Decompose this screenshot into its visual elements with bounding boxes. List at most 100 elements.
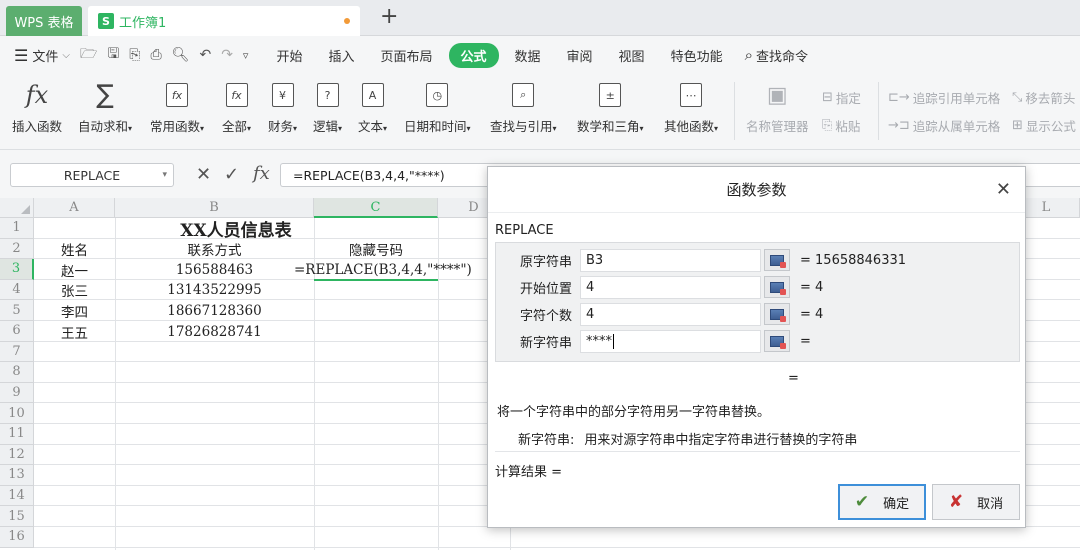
search-command[interactable]: ⌕ 查找命令 — [745, 46, 808, 65]
new-tab-plus-icon[interactable]: + — [380, 4, 398, 29]
remove-arrows-icon: ⤡ — [1012, 90, 1023, 105]
row-header[interactable]: 1 — [0, 218, 34, 239]
finance-functions-button[interactable]: ¥ 财务▾ — [268, 80, 297, 135]
range-select-icon — [770, 335, 786, 349]
ribbon-divider — [878, 82, 879, 140]
tab-workbook[interactable]: S 工作簿1 — [88, 6, 360, 36]
lookup-label: 查找与引用▾ — [490, 119, 557, 134]
cell-b3[interactable]: 156588463 — [115, 260, 314, 280]
name-box[interactable]: REPLACE ▾ — [10, 163, 174, 187]
column-header-a[interactable]: A — [34, 198, 115, 218]
cell-a4[interactable]: 张三 — [34, 280, 115, 300]
redo-icon[interactable]: ↷ — [221, 47, 233, 63]
name-manager-button[interactable]: ▣ 名称管理器 — [746, 80, 809, 135]
text-functions-button[interactable]: A 文本▾ — [358, 80, 387, 135]
row-header[interactable]: 15 — [0, 506, 34, 527]
common-functions-button[interactable]: fx 常用函数▾ — [150, 80, 204, 135]
argument-input-old-text[interactable]: B3 — [580, 248, 761, 272]
row-header[interactable]: 7 — [0, 341, 34, 363]
cell-a3[interactable]: 赵一 — [34, 260, 115, 280]
tab-formulas[interactable]: 公式 — [448, 42, 499, 68]
argument-input-start-num[interactable]: 4 — [580, 275, 761, 299]
row-header[interactable]: 2 — [0, 238, 34, 260]
common-functions-icon: fx — [166, 83, 189, 107]
logic-functions-button[interactable]: ? 逻辑▾ — [313, 80, 342, 135]
tab-view[interactable]: 视图 — [609, 43, 655, 68]
column-header-l[interactable]: L — [1026, 198, 1066, 218]
file-menu[interactable]: ☰ 文件 ⌵ — [14, 46, 70, 65]
show-formulas-button[interactable]: ⊞ 显示公式 — [1012, 116, 1076, 135]
cancel-button[interactable]: ✘ 取消 — [932, 484, 1020, 520]
collapse-dialog-button[interactable] — [764, 249, 790, 271]
row-header[interactable]: 5 — [0, 300, 34, 321]
tab-page-layout[interactable]: 页面布局 — [370, 43, 442, 68]
save-icon[interactable]: 🖫 — [107, 43, 119, 67]
finance-label: 财务▾ — [268, 119, 298, 134]
specify-button[interactable]: ⊟ 指定 — [822, 88, 861, 107]
tab-data[interactable]: 数据 — [505, 43, 551, 68]
row-header[interactable]: 8 — [0, 362, 34, 383]
row-header[interactable]: 3 — [0, 259, 34, 280]
trace-precedents-button[interactable]: ⊏→ 追踪引用单元格 — [888, 88, 1000, 107]
undo-icon[interactable]: ↶ — [199, 47, 211, 63]
remove-arrows-button[interactable]: ⤡ 移去箭头 — [1012, 88, 1075, 107]
other-functions-button[interactable]: ⋯ 其他函数▾ — [664, 80, 718, 135]
row-header[interactable]: 6 — [0, 321, 34, 342]
argument-input-num-chars[interactable]: 4 — [580, 302, 761, 326]
row-header[interactable]: 11 — [0, 424, 34, 445]
close-icon[interactable]: ✕ — [996, 179, 1011, 200]
paste-name-button[interactable]: ⎘ 粘贴 — [822, 116, 860, 135]
cell-a6[interactable]: 王五 — [34, 322, 115, 342]
row-header[interactable]: 13 — [0, 465, 34, 486]
argument-result: = 15658846331 — [800, 252, 907, 268]
column-header-c[interactable]: C — [314, 198, 438, 218]
print-icon[interactable]: ⎙ — [150, 47, 161, 63]
insert-function-button[interactable]: fx 插入函数 — [12, 80, 62, 135]
row-header[interactable]: 4 — [0, 279, 34, 301]
trace-dependents-button[interactable]: →⊐ 追踪从属单元格 — [888, 116, 1000, 135]
collapse-dialog-button[interactable] — [764, 303, 790, 325]
customize-dropdown-icon[interactable]: ▿ — [243, 49, 249, 62]
cancel-formula-icon[interactable]: ✕ — [196, 164, 211, 185]
tab-special[interactable]: 特色功能 — [661, 43, 733, 68]
collapse-dialog-button[interactable] — [764, 276, 790, 298]
question-box-icon: ? — [316, 83, 339, 107]
cell-b6[interactable]: 17826828741 — [115, 322, 314, 342]
all-functions-label: 全部▾ — [222, 119, 252, 134]
header-cell-name[interactable]: 姓名 — [34, 239, 115, 259]
header-cell-hidden[interactable]: 隐藏号码 — [314, 239, 438, 259]
select-all-corner[interactable] — [0, 198, 34, 218]
cell-b4[interactable]: 13143522995 — [115, 280, 314, 300]
all-functions-button[interactable]: fx 全部▾ — [222, 80, 251, 135]
autosum-button[interactable]: ∑ 自动求和▾ — [78, 80, 132, 135]
name-box-dropdown-icon[interactable]: ▾ — [162, 170, 167, 180]
tab-review[interactable]: 审阅 — [557, 43, 603, 68]
tab-insert[interactable]: 插入 — [318, 43, 364, 68]
argument-input-new-text[interactable]: **** — [580, 329, 761, 353]
insert-function-icon[interactable]: fx — [253, 163, 270, 184]
cell-a5[interactable]: 李四 — [34, 301, 115, 321]
function-arguments-dialog: 函数参数 ✕ REPLACE 原字符串 B3 = 15658846331 开始位… — [487, 166, 1026, 528]
format-painter-icon[interactable]: ⎘ — [129, 47, 140, 63]
row-header[interactable]: 16 — [0, 527, 34, 548]
math-icon: ± — [599, 83, 622, 107]
print-preview-icon[interactable]: 🔍︎ — [172, 47, 190, 63]
sheet-title-cell[interactable]: XX人员信息表 — [34, 218, 438, 241]
row-header[interactable]: 9 — [0, 382, 34, 404]
common-functions-label: 常用函数▾ — [150, 119, 205, 134]
tab-home[interactable]: 开始 — [266, 43, 312, 68]
row-header[interactable]: 12 — [0, 444, 34, 466]
confirm-formula-icon[interactable]: ✓ — [224, 164, 239, 185]
row-header[interactable]: 14 — [0, 485, 34, 507]
function-icon: fx — [25, 81, 49, 109]
tab-wps-app[interactable]: WPS 表格 — [6, 6, 82, 36]
lookup-functions-button[interactable]: ⌕ 查找与引用▾ — [490, 80, 557, 135]
open-folder-icon[interactable]: 🗁 — [80, 43, 97, 67]
collapse-dialog-button[interactable] — [764, 330, 790, 352]
ok-button[interactable]: ✔ 确定 — [838, 484, 926, 520]
cell-b5[interactable]: 18667128360 — [115, 301, 314, 321]
datetime-functions-button[interactable]: ◷ 日期和时间▾ — [404, 80, 471, 135]
math-functions-button[interactable]: ± 数学和三角▾ — [577, 80, 644, 135]
header-cell-phone[interactable]: 联系方式 — [115, 239, 314, 259]
row-header[interactable]: 10 — [0, 403, 34, 424]
